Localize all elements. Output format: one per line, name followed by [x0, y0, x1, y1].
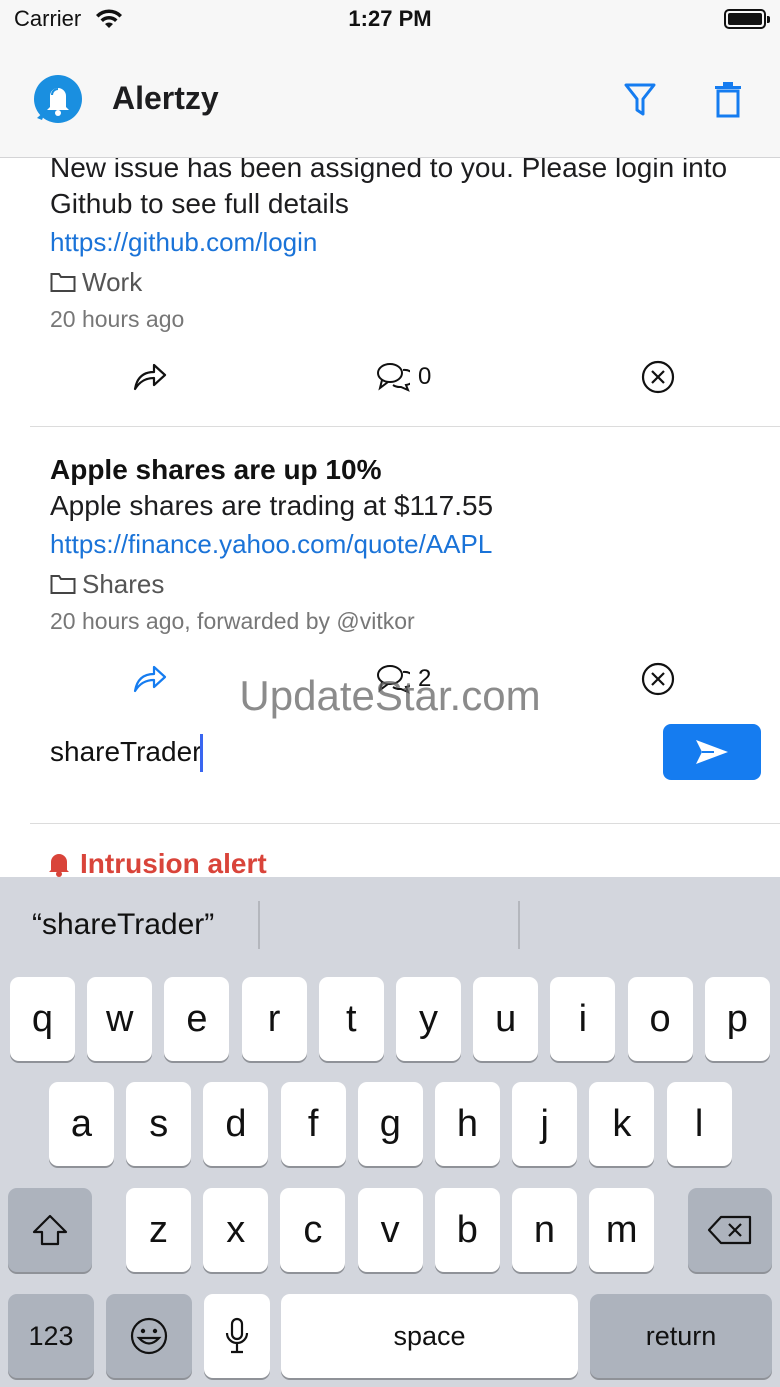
- close-circle-icon: [641, 360, 675, 394]
- key-o[interactable]: o: [627, 977, 693, 1061]
- key-l[interactable]: l: [666, 1082, 732, 1166]
- clock: 1:27 PM: [348, 6, 432, 31]
- key-f[interactable]: f: [280, 1082, 346, 1166]
- share-icon: [133, 665, 167, 693]
- key-v[interactable]: v: [357, 1188, 423, 1272]
- shift-icon: [32, 1214, 68, 1246]
- alert-list[interactable]: New issue has been assigned to you. Plea…: [0, 158, 780, 878]
- shift-key[interactable]: [8, 1188, 92, 1272]
- key-g[interactable]: g: [357, 1082, 423, 1166]
- text-cursor: [200, 734, 203, 772]
- forward-button[interactable]: [132, 352, 168, 402]
- navigation-bar: Alertzy: [0, 40, 780, 158]
- send-icon: [696, 740, 728, 764]
- alert-group-label: Work: [82, 267, 143, 297]
- app-logo-icon: [32, 74, 84, 126]
- backspace-key[interactable]: [688, 1188, 772, 1272]
- alert-actions: 0: [0, 352, 780, 402]
- key-p[interactable]: p: [704, 977, 770, 1061]
- key-e[interactable]: e: [164, 977, 230, 1061]
- suggestion-bar: “shareTrader”: [0, 877, 780, 973]
- close-circle-icon: [641, 662, 675, 696]
- emoji-key[interactable]: [106, 1294, 192, 1378]
- alert-group: Shares: [50, 566, 750, 602]
- comments-button[interactable]: 0: [376, 352, 431, 402]
- comment-icon: [377, 665, 410, 694]
- comments-button[interactable]: 2: [376, 654, 431, 704]
- forward-reply-row: [0, 722, 780, 784]
- alert-timestamp: 20 hours ago, forwarded by @vitkor: [50, 608, 415, 634]
- filter-button[interactable]: [620, 80, 660, 120]
- key-x[interactable]: x: [203, 1188, 269, 1272]
- alert-timestamp: 20 hours ago: [50, 306, 185, 332]
- app-title: Alertzy: [112, 80, 219, 116]
- dictation-key[interactable]: [204, 1294, 270, 1378]
- suggestion-item[interactable]: “shareTrader”: [32, 901, 214, 949]
- microphone-icon: [225, 1317, 249, 1354]
- key-w[interactable]: w: [87, 977, 153, 1061]
- emoji-icon: [130, 1317, 168, 1355]
- key-j[interactable]: j: [512, 1082, 578, 1166]
- comment-icon: [377, 363, 410, 392]
- key-r[interactable]: r: [241, 977, 307, 1061]
- forward-button[interactable]: [132, 654, 168, 704]
- key-z[interactable]: z: [126, 1188, 191, 1272]
- delete-all-button[interactable]: [708, 80, 748, 120]
- alert-link[interactable]: https://github.com/login: [50, 224, 750, 260]
- suggestion-separator: [518, 901, 520, 949]
- folder-icon: [50, 575, 76, 594]
- key-s[interactable]: s: [126, 1082, 192, 1166]
- comment-count: 0: [418, 363, 432, 390]
- suggestion-separator: [258, 901, 260, 949]
- backspace-icon: [707, 1215, 752, 1245]
- alert-title: Apple shares are up 10%: [50, 454, 382, 485]
- alert-group-label: Shares: [82, 569, 165, 599]
- key-a[interactable]: a: [49, 1082, 114, 1166]
- space-key[interactable]: space: [281, 1294, 578, 1378]
- divider: [30, 426, 780, 427]
- folder-icon: [50, 273, 76, 292]
- alert-message: New issue has been assigned to you. Plea…: [50, 158, 728, 219]
- forward-username-input[interactable]: [50, 732, 610, 772]
- alert-card-title[interactable]: Intrusion alert: [48, 848, 267, 878]
- key-q[interactable]: q: [10, 977, 75, 1061]
- key-b[interactable]: b: [434, 1188, 500, 1272]
- key-n[interactable]: n: [512, 1188, 577, 1272]
- bell-icon: [49, 854, 69, 877]
- key-t[interactable]: t: [318, 977, 384, 1061]
- key-c[interactable]: c: [280, 1188, 346, 1272]
- key-h[interactable]: h: [435, 1082, 500, 1166]
- key-k[interactable]: k: [589, 1082, 655, 1166]
- key-u[interactable]: u: [473, 977, 539, 1061]
- dismiss-button[interactable]: [641, 352, 675, 402]
- send-button[interactable]: [663, 724, 761, 780]
- keyboard: “shareTrader” 123 space return qwertyuio…: [0, 877, 780, 1387]
- alert-title: Intrusion alert: [80, 848, 267, 878]
- alert-message: Apple shares are trading at $117.55: [50, 490, 494, 521]
- filter-icon: [624, 83, 656, 116]
- trash-icon: [715, 82, 741, 118]
- return-key[interactable]: return: [590, 1294, 772, 1378]
- alert-link[interactable]: https://finance.yahoo.com/quote/AAPL: [50, 526, 750, 562]
- comment-count: 2: [418, 665, 432, 692]
- key-m[interactable]: m: [589, 1188, 655, 1272]
- status-bar: Carrier 1:27 PM: [0, 0, 780, 40]
- numbers-key[interactable]: 123: [8, 1294, 94, 1378]
- alert-actions: 2: [0, 654, 780, 704]
- dismiss-button[interactable]: [641, 654, 675, 704]
- divider: [30, 823, 780, 824]
- alert-card[interactable]: Apple shares are up 10% Apple shares are…: [50, 452, 750, 638]
- key-y[interactable]: y: [396, 977, 461, 1061]
- alert-card[interactable]: New issue has been assigned to you. Plea…: [50, 158, 750, 336]
- share-icon: [133, 363, 167, 391]
- alert-group: Work: [50, 264, 750, 300]
- key-i[interactable]: i: [550, 977, 616, 1061]
- battery-icon: [724, 9, 770, 29]
- key-d[interactable]: d: [203, 1082, 269, 1166]
